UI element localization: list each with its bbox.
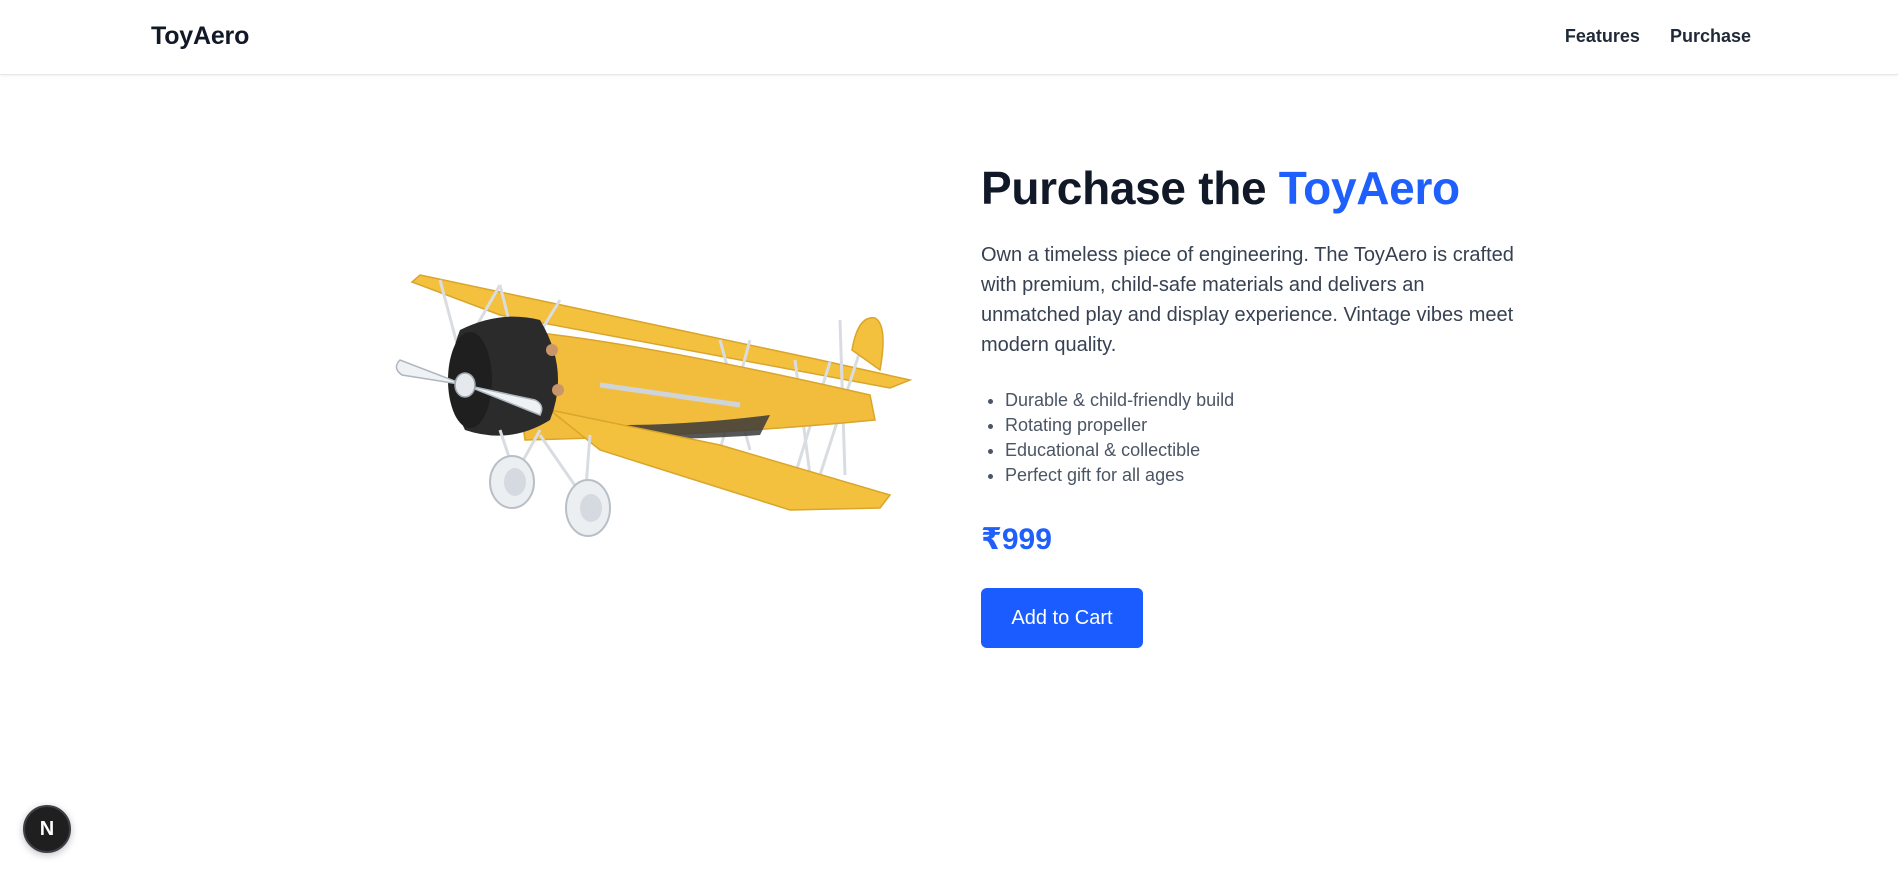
feature-list: Durable & child-friendly build Rotating … [981,388,1521,488]
dev-badge-letter: N [39,817,55,840]
product-price: ₹999 [981,523,1052,556]
product-description: Own a timeless piece of engineering. The… [981,244,1514,356]
nav-links: Features Purchase [1565,26,1751,47]
product-image-biplane [390,260,920,560]
add-to-cart-button[interactable]: Add to Cart [981,588,1143,648]
feature-item: Rotating propeller [1005,413,1521,438]
page-title: Purchase the ToyAero [981,158,1521,218]
top-navbar: ToyAero Features Purchase [0,0,1898,75]
brand-logo[interactable]: ToyAero [151,22,249,51]
nav-link-features[interactable]: Features [1565,26,1640,47]
title-prefix: Purchase the [981,162,1279,214]
feature-item: Durable & child-friendly build [1005,388,1521,413]
nextjs-logo-icon[interactable]: N [23,805,71,853]
feature-item: Educational & collectible [1005,438,1521,463]
feature-item: Perfect gift for all ages [1005,463,1521,488]
purchase-section: Purchase the ToyAero Own a timeless piec… [981,158,1521,648]
nav-link-purchase[interactable]: Purchase [1670,26,1751,47]
title-accent: ToyAero [1278,162,1460,214]
